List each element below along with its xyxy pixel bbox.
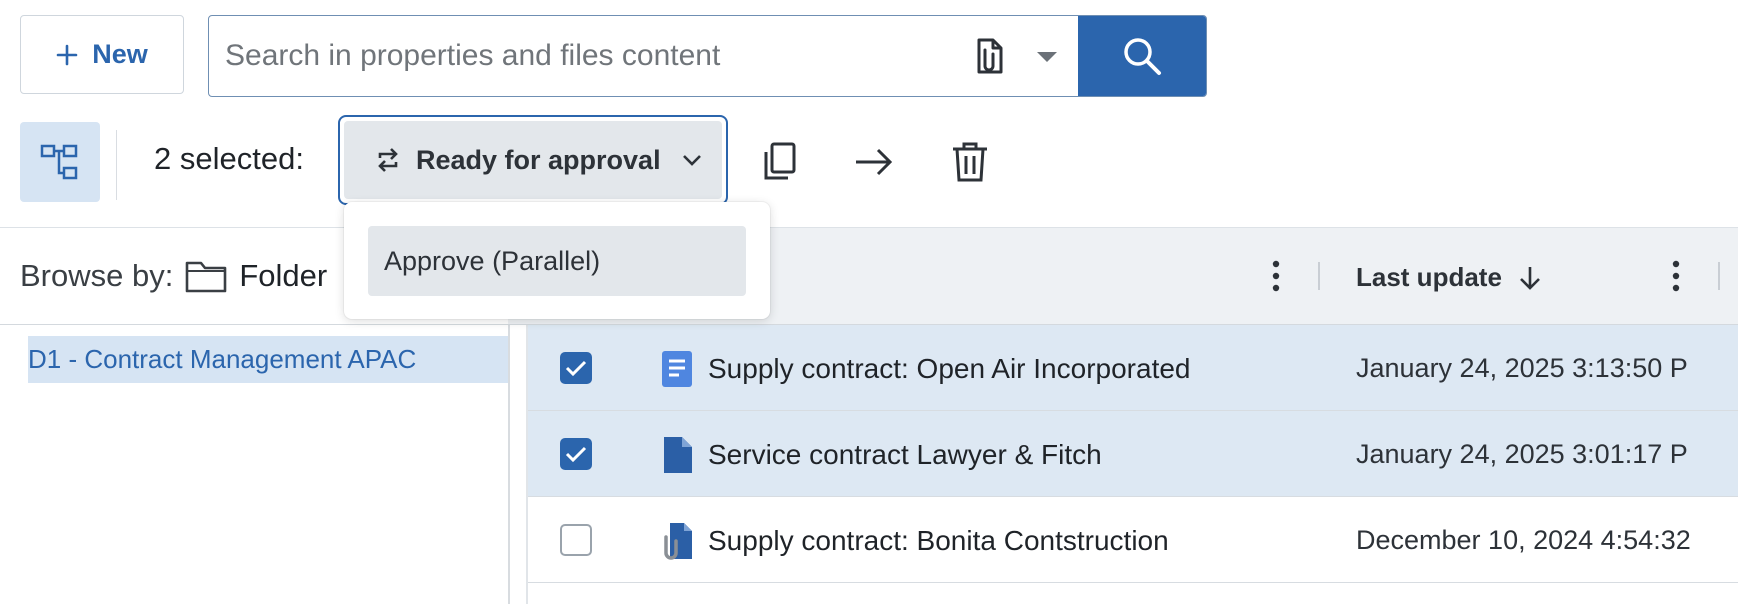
table-row[interactable]: Service contract Lawyer & Fitch January …	[528, 411, 1738, 497]
ready-for-approval-button[interactable]: Ready for approval	[338, 115, 728, 205]
plus-icon	[56, 44, 78, 65]
status-action-dropdown: Approve (Parallel)	[344, 202, 770, 319]
column-menu-icon[interactable]	[1666, 256, 1686, 296]
checkmark-icon	[565, 360, 587, 377]
tree-node-d1-contract-management-apac[interactable]: D1 - Contract Management APAC	[28, 336, 508, 383]
row-checkbox[interactable]	[560, 352, 592, 384]
table-row[interactable]: Supply contract: Bonita Contstruction De…	[528, 497, 1738, 583]
dropdown-item-approve-parallel[interactable]: Approve (Parallel)	[368, 226, 746, 296]
panel-divider[interactable]	[508, 325, 510, 604]
selected-count: 2 selected:	[154, 141, 304, 176]
row-checkbox[interactable]	[560, 438, 592, 470]
row-last-update: January 24, 2025 3:13:50 P	[1356, 353, 1688, 383]
caret-down-icon[interactable]	[1035, 50, 1059, 64]
table-row[interactable]: Supply contract: Open Air Incorporated J…	[528, 325, 1738, 411]
search-bar	[208, 15, 1207, 97]
column-header-last-update[interactable]: Last update	[1356, 262, 1542, 293]
browse-by-value: Folder	[239, 258, 328, 293]
search-button[interactable]	[1078, 16, 1206, 96]
new-button-label: New	[92, 39, 148, 69]
tree-structure-icon	[40, 144, 78, 180]
ready-for-approval-label: Ready for approval	[416, 144, 661, 175]
new-button[interactable]: New	[20, 15, 184, 94]
sync-icon	[378, 148, 398, 172]
text-document-icon	[662, 351, 692, 387]
move-arrow-icon[interactable]	[852, 140, 896, 184]
checkmark-icon	[565, 446, 587, 463]
chevron-down-icon	[682, 155, 701, 166]
row-title[interactable]: Supply contract: Bonita Contstruction	[708, 525, 1169, 557]
trash-icon[interactable]	[948, 140, 992, 184]
row-title[interactable]: Service contract Lawyer & Fitch	[708, 439, 1102, 471]
search-icon	[1124, 38, 1161, 75]
folder-icon	[186, 261, 227, 293]
arrow-down-icon	[1520, 266, 1540, 290]
copy-icon[interactable]	[758, 140, 802, 184]
toolbar-divider	[116, 130, 117, 200]
attachment-file-icon[interactable]	[967, 34, 1011, 78]
row-last-update: January 24, 2025 3:01:17 P	[1356, 439, 1688, 469]
browse-by-label: Browse by:	[20, 258, 174, 293]
column-separator[interactable]	[1318, 262, 1320, 290]
document-icon	[664, 437, 692, 473]
row-checkbox[interactable]	[560, 524, 592, 556]
ready-for-approval-button-body[interactable]: Ready for approval	[344, 121, 722, 199]
column-header-last-update-label: Last update	[1356, 262, 1502, 292]
tree-view-toggle[interactable]	[20, 122, 100, 202]
column-separator[interactable]	[1718, 262, 1720, 290]
row-last-update: December 10, 2024 4:54:32	[1356, 525, 1691, 555]
search-input[interactable]	[225, 16, 965, 95]
attachment-document-icon	[664, 523, 692, 560]
row-title[interactable]: Supply contract: Open Air Incorporated	[708, 353, 1191, 385]
browse-by[interactable]: Browse by: Folder	[20, 258, 327, 294]
column-menu-icon[interactable]	[1266, 256, 1286, 296]
